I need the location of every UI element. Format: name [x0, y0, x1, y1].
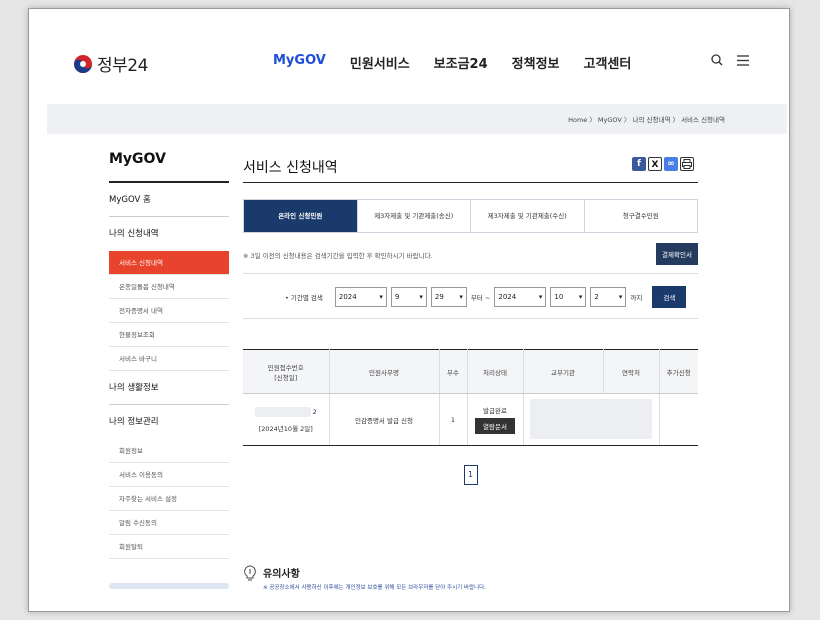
nav-civil-service[interactable]: 민원서비스	[350, 53, 410, 72]
share-tools: f X ∞	[632, 157, 694, 171]
sidebar-item-home[interactable]: MyGOV 홈	[109, 183, 229, 217]
col-issuing-agency: 교부기관	[523, 349, 604, 394]
chevron-down-icon: ▾	[419, 293, 423, 301]
sidebar-sub-alerts[interactable]: 알림 수신동의	[109, 511, 229, 535]
page-title: 서비스 신청내역	[243, 160, 338, 176]
from-year-select[interactable]: 2024 ▾	[334, 287, 387, 307]
sidebar-sub-consent[interactable]: 서비스 이용동의	[109, 463, 229, 487]
cell-additional	[659, 393, 698, 446]
col-contact: 연락처	[603, 349, 660, 394]
redacted-block	[254, 406, 311, 417]
chevron-down-icon: ▾	[379, 293, 383, 301]
notice-row: ※ 3일 이전의 신청내용은 검색기간을 입력한 후 확인하시기 바랍니다. 결…	[243, 243, 698, 265]
sidebar-sub-service-applications[interactable]: 서비스 신청내역	[109, 251, 229, 275]
nav-policy[interactable]: 정책정보	[512, 53, 560, 72]
chevron-down-icon: ▾	[459, 293, 463, 301]
sidebar-item-account[interactable]: 나의 정보관리	[109, 405, 229, 439]
page-number-current[interactable]: 1	[463, 465, 478, 485]
page-header: 서비스 신청내역 f X ∞	[243, 151, 698, 183]
sidebar-sub-withdraw[interactable]: 회원탈퇴	[109, 535, 229, 559]
link-icon[interactable]: ∞	[664, 157, 678, 171]
sidebar-sub-goods[interactable]: 현물정보조회	[109, 323, 229, 347]
application-table: 민원접수번호 [신청일] 민원사무명 부수 처리상태 교부기관 연락처 추가신청…	[243, 349, 698, 446]
to-day-select[interactable]: 2 ▾	[590, 287, 627, 307]
sidebar-item-applications[interactable]: 나의 신청내역	[109, 217, 229, 251]
tab-third-party-received[interactable]: 제3자제출 및 기관제출(수신)	[471, 200, 585, 232]
main-content: 서비스 신청내역 f X ∞ 온라인 신청민원 제3자제출 및 기관제출(송신)…	[243, 151, 698, 485]
nav-customer-center[interactable]: 고객센터	[584, 53, 632, 72]
from-month-select[interactable]: 9 ▾	[390, 287, 427, 307]
search-icon[interactable]	[711, 51, 723, 70]
sidebar: MyGOV MyGOV 홈 나의 신청내역 서비스 신청내역 온종일돌봄 신청내…	[109, 151, 229, 589]
global-nav: MyGOV 민원서비스 보조금24 정책정보 고객센터	[273, 53, 631, 72]
sidebar-sub-member-info[interactable]: 회원정보	[109, 439, 229, 463]
caution-title: 유의사항	[263, 569, 300, 580]
cell-service-name: 인감증명서 발급 신청	[329, 393, 440, 446]
browser-frame: 정부24 MyGOV 민원서비스 보조금24 정책정보 고객센터 Home 〉 …	[28, 8, 790, 612]
sidebar-sub-favorites[interactable]: 자주찾는 서비스 설정	[109, 487, 229, 511]
bulb-icon	[243, 565, 257, 591]
table-row: 2 [2024년10월 2일] 인감증명서 발급 신청 1 발급완료 열람문서	[243, 393, 698, 446]
logo[interactable]: 정부24	[73, 51, 148, 76]
col-service-name: 민원사무명	[329, 349, 440, 394]
search-button[interactable]: 검색	[652, 286, 687, 308]
cell-count: 1	[439, 393, 468, 446]
cell-receipt[interactable]: 2 [2024년10월 2일]	[243, 393, 330, 446]
breadcrumb-bar: Home 〉 MyGOV 〉 나의 신청내역 〉 서비스 신청내역	[47, 104, 787, 134]
sidebar-item-life-info[interactable]: 나의 생활정보	[109, 371, 229, 405]
search-panel: • 기간별 검색 2024 ▾ 9 ▾ 29 ▾ 부터 ~ 2024 ▾ 10 ▾ 2 ▾ …	[243, 273, 698, 319]
sidebar-title: MyGOV	[109, 151, 229, 183]
sidebar-sub-basket[interactable]: 서비스 바구니	[109, 347, 229, 371]
to-month-select[interactable]: 10 ▾	[550, 287, 587, 307]
caution-section: 유의사항 ※ 공공장소에서 사용하신 이후에는 개인정보 보호를 위해 모든 브…	[243, 565, 486, 591]
sidebar-sub-e-certificate[interactable]: 전자증명서 내역	[109, 299, 229, 323]
nav-subsidy[interactable]: 보조금24	[434, 53, 488, 72]
redacted-block	[530, 398, 652, 439]
notice-text: ※ 3일 이전의 신청내용은 검색기간을 입력한 후 확인하시기 바랍니다.	[243, 252, 433, 260]
tab-online[interactable]: 온라인 신청민원	[244, 200, 358, 232]
cell-status: 발급완료 열람문서	[467, 393, 524, 446]
from-day-select[interactable]: 29 ▾	[430, 287, 467, 307]
pagination: 1	[243, 462, 698, 485]
caution-text: ※ 공공장소에서 사용하신 이후에는 개인정보 보호를 위해 모든 브라우저를 …	[263, 585, 486, 591]
logo-text: 정부24	[97, 56, 148, 76]
print-icon[interactable]	[680, 157, 694, 171]
chevron-down-icon: ▾	[538, 293, 543, 301]
nav-mygov[interactable]: MyGOV	[273, 53, 326, 72]
header-utilities	[711, 51, 749, 70]
tab-claim[interactable]: 청구결수민원	[584, 200, 697, 232]
to-suffix: 까지	[630, 294, 643, 302]
from-suffix: 부터 ~	[470, 294, 491, 302]
col-receipt-number: 민원접수번호 [신청일]	[243, 349, 330, 394]
col-additional: 추가신청	[659, 349, 698, 394]
view-document-button[interactable]: 열람문서	[475, 418, 515, 434]
col-status: 처리상태	[467, 349, 524, 394]
chevron-down-icon: ▾	[578, 293, 583, 301]
x-icon[interactable]: X	[648, 157, 662, 171]
tab-third-party-sent[interactable]: 제3자제출 및 기관제출(송신)	[357, 200, 471, 232]
sidebar-banner	[109, 583, 229, 589]
sidebar-sub-care[interactable]: 온종일돌봄 신청내역	[109, 275, 229, 299]
col-count: 부수	[439, 349, 468, 394]
cell-agency-contact	[523, 393, 660, 446]
taegeuk-icon	[73, 54, 93, 74]
breadcrumb[interactable]: Home 〉 MyGOV 〉 나의 신청내역 〉 서비스 신청내역	[568, 114, 725, 124]
to-year-select[interactable]: 2024 ▾	[494, 287, 547, 307]
facebook-icon[interactable]: f	[632, 157, 646, 171]
payment-receipt-button[interactable]: 결제확인서	[656, 243, 698, 265]
menu-icon[interactable]	[737, 51, 749, 70]
tab-list: 온라인 신청민원 제3자제출 및 기관제출(송신) 제3자제출 및 기관제출(수…	[243, 199, 698, 233]
search-label: • 기간별 검색	[285, 294, 323, 302]
chevron-down-icon: ▾	[618, 293, 623, 301]
